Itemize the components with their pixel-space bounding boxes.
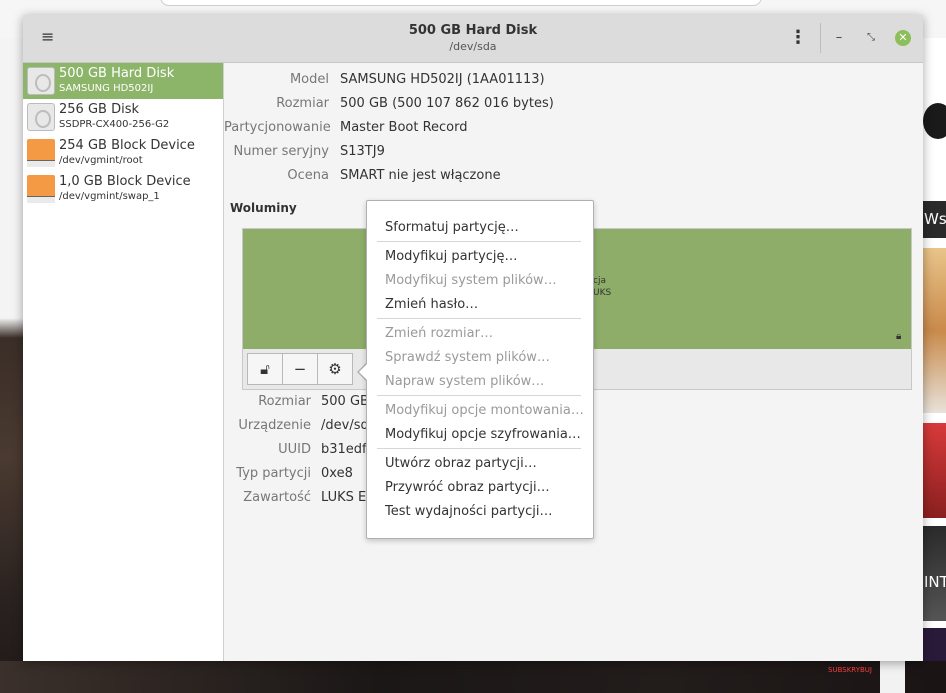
device-value: /dev/sd <box>321 418 369 433</box>
menu-repair-filesystem[interactable]: Napraw system plików… <box>385 374 544 389</box>
menu-create-image[interactable]: Utwórz obraz partycji… <box>385 456 537 471</box>
uuid-label: UUID <box>278 442 311 457</box>
partition-label-2: UKS <box>593 288 612 298</box>
unlock-icon: 🔓︎ <box>260 360 270 378</box>
menu-edit-encryption-options[interactable]: Modyfikuj opcje szyfrowania… <box>385 427 581 442</box>
menu-format-partition[interactable]: Sformatuj partycję… <box>385 220 519 235</box>
header-bar: ≡ 500 GB Hard Disk /dev/sda ⋮ – ⤡ ✕ <box>23 15 923 63</box>
sidebar-item-256gb[interactable]: 256 GB Disk SSDPR-CX400-256-G2 <box>23 99 223 135</box>
partition-size-value: 500 GB <box>321 394 369 409</box>
menu-restore-image[interactable]: Przywróć obraz partycji… <box>385 480 550 495</box>
partition-settings-button[interactable]: ⚙ <box>317 353 353 385</box>
block-device-icon <box>27 175 55 203</box>
sidebar-item-500gb[interactable]: 500 GB Hard Disk SAMSUNG HD502IJ <box>23 63 223 99</box>
minimize-button[interactable]: – <box>831 30 847 46</box>
subscribe-label: SUBSKRYBUJ <box>828 666 872 674</box>
bg-thumbnail-1 <box>923 248 946 413</box>
menu-separator <box>377 241 581 242</box>
partitioning-value: Master Boot Record <box>340 120 468 135</box>
partition-label-1: cja <box>593 276 606 286</box>
menu-benchmark[interactable]: Test wydajności partycji… <box>385 504 552 519</box>
background-video-strip <box>0 661 946 693</box>
bg-text-1: Wszy <box>924 210 946 228</box>
serial-label: Numer seryjny <box>233 144 329 159</box>
bg-text-2: INT <box>924 573 946 591</box>
sidebar-item-root-block[interactable]: 254 GB Block Device /dev/vgmint/root <box>23 135 223 171</box>
menu-separator <box>377 448 581 449</box>
disk-name: 1,0 GB Block Device <box>59 174 191 189</box>
disk-path: /dev/vgmint/swap_1 <box>59 191 160 202</box>
background-left-strip <box>0 38 23 693</box>
disk-name: 256 GB Disk <box>59 102 139 117</box>
remove-partition-button[interactable]: − <box>282 353 318 385</box>
bg-logo-tile <box>923 103 946 139</box>
contents-label: Zawartość <box>243 490 311 505</box>
menu-change-passphrase[interactable]: Zmień hasło… <box>385 297 478 312</box>
window-subtitle: /dev/sda <box>449 40 497 53</box>
disk-path: /dev/vgmint/root <box>59 155 143 166</box>
menu-separator <box>377 318 581 319</box>
hard-disk-icon <box>27 67 55 95</box>
volumes-heading: Woluminy <box>230 201 297 215</box>
minus-icon: − <box>293 360 307 378</box>
close-button[interactable]: ✕ <box>895 30 911 46</box>
size-label: Rozmiar <box>276 96 329 111</box>
unlock-button[interactable]: 🔓︎ <box>247 353 283 385</box>
sidebar-item-swap-block[interactable]: 1,0 GB Block Device /dev/vgmint/swap_1 <box>23 171 223 207</box>
disk-model: SSDPR-CX400-256-G2 <box>59 119 170 130</box>
device-label: Urządzenie <box>238 418 311 433</box>
menu-resize[interactable]: Zmień rozmiar… <box>385 326 493 341</box>
menu-pointer-fill <box>359 364 367 380</box>
menu-edit-mount-options[interactable]: Modyfikuj opcje montowania… <box>385 403 584 418</box>
background-right-strip <box>923 38 946 693</box>
hard-disk-icon <box>27 103 55 131</box>
partition-type-value: 0xe8 <box>321 466 353 481</box>
disk-name: 500 GB Hard Disk <box>59 66 175 81</box>
lock-icon: 🔒︎ <box>896 331 902 342</box>
serial-value: S13TJ9 <box>340 144 385 159</box>
window-title: 500 GB Hard Disk <box>408 23 538 38</box>
bg-thumbnail-2 <box>923 423 946 518</box>
vertical-dots-icon[interactable]: ⋮ <box>789 27 807 49</box>
browser-search-bar[interactable] <box>160 0 762 6</box>
size-value: 500 GB (500 107 862 016 bytes) <box>340 96 554 111</box>
menu-edit-partition[interactable]: Modyfikuj partycję… <box>385 249 518 264</box>
model-label: Model <box>289 72 329 87</box>
header-separator <box>820 23 821 53</box>
disk-name: 254 GB Block Device <box>59 138 195 153</box>
menu-separator <box>377 395 581 396</box>
assessment-value: SMART nie jest włączone <box>340 168 501 183</box>
menu-edit-filesystem[interactable]: Modyfikuj system plików… <box>385 273 557 288</box>
partition-menu: Sformatuj partycję… Modyfikuj partycję… … <box>366 200 594 539</box>
background-white-panel <box>880 661 905 693</box>
block-device-icon <box>27 139 55 167</box>
disk-model: SAMSUNG HD502IJ <box>59 83 154 94</box>
bg-logo-icon <box>923 103 946 139</box>
gears-icon: ⚙ <box>328 360 342 378</box>
assessment-label: Ocena <box>287 168 329 183</box>
restore-button[interactable]: ⤡ <box>863 30 879 46</box>
model-value: SAMSUNG HD502IJ (1AA01113) <box>340 72 545 87</box>
partitioning-label: Partycjonowanie <box>224 120 331 135</box>
partition-size-label: Rozmiar <box>258 394 311 409</box>
partition-type-label: Typ partycji <box>236 466 311 481</box>
uuid-value: b31edf <box>321 442 367 457</box>
menu-check-filesystem[interactable]: Sprawdź system plików… <box>385 350 550 365</box>
disk-sidebar: 500 GB Hard Disk SAMSUNG HD502IJ 256 GB … <box>23 63 224 661</box>
